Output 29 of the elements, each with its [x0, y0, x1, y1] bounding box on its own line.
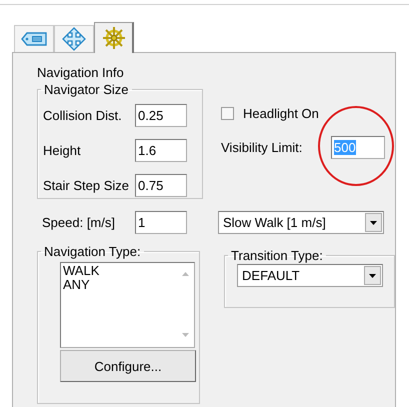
dropdown[interactable]: Slow Walk [1 m/s] [218, 211, 384, 234]
section-title: Navigation Info [37, 65, 125, 81]
input-field[interactable]: 1 [135, 211, 187, 234]
list-item[interactable]: WALK [63, 264, 175, 278]
group-title: Navigation Type: [43, 244, 142, 259]
scroll-down-icon [181, 332, 190, 338]
group-title: Transition Type: [230, 248, 324, 263]
field-label: Speed: [m/s] [41, 215, 116, 230]
group-title: Navigator Size [43, 82, 130, 97]
field-label: Collision Dist. [43, 108, 123, 122]
tab[interactable] [14, 25, 54, 52]
checkbox-label: Headlight On [243, 106, 319, 120]
input-field[interactable]: 0.25 [135, 104, 187, 126]
field-label: Stair Step Size [43, 178, 130, 192]
input-field[interactable]: 1.6 [135, 138, 187, 162]
configure-button[interactable]: Configure... [60, 350, 196, 382]
move-icon [62, 27, 86, 51]
ship-wheel-icon [102, 26, 126, 50]
input-field[interactable]: 0.75 [135, 174, 187, 196]
tab[interactable] [94, 22, 134, 53]
dropdown[interactable]: DEFAULT [237, 264, 384, 287]
list-item[interactable]: ANY [63, 278, 175, 292]
field-label: Height [43, 142, 82, 158]
scroll-up-icon [181, 271, 190, 277]
tab[interactable] [54, 25, 94, 52]
field-label: Visibility Limit: [221, 140, 304, 155]
tag-icon [21, 32, 47, 46]
list-box[interactable]: WALK ANY [60, 262, 195, 348]
checkbox[interactable] [221, 106, 234, 120]
